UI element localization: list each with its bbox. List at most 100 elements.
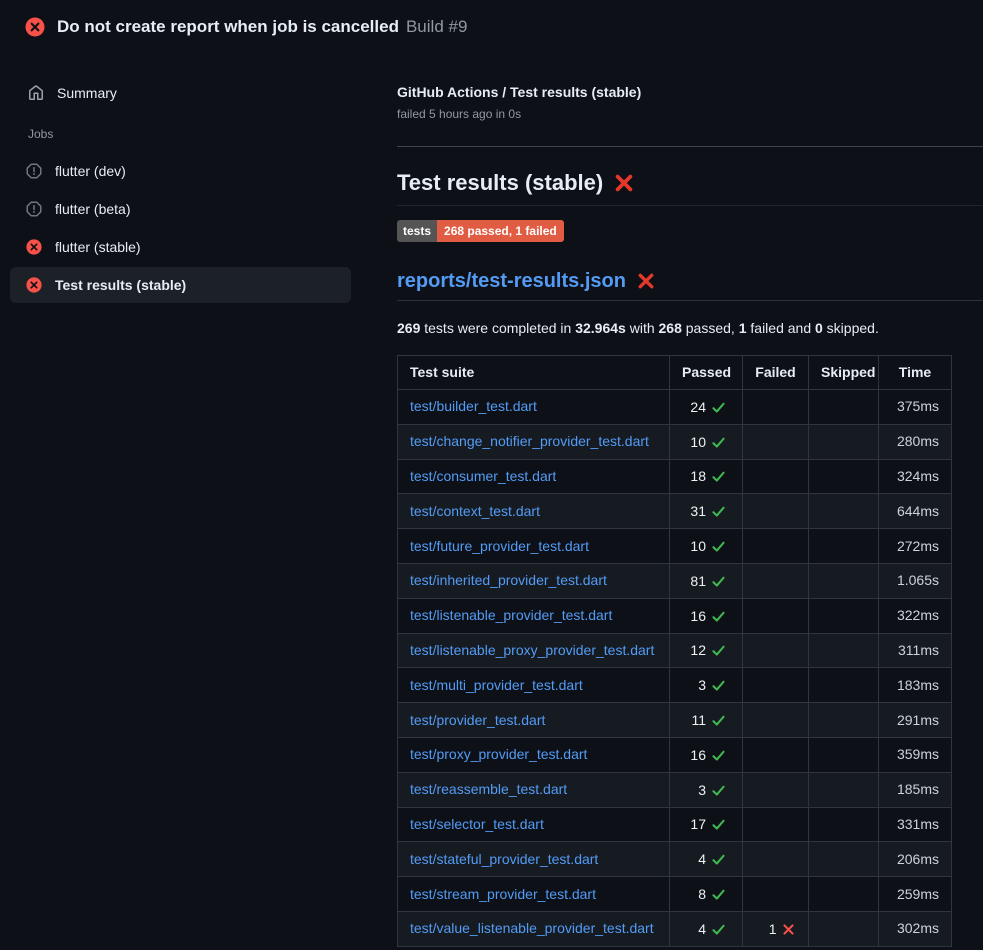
- job-label: flutter (beta): [55, 201, 130, 217]
- check-icon: [711, 922, 726, 937]
- suite-link[interactable]: test/multi_provider_test.dart: [410, 677, 583, 693]
- time-cell: 259ms: [879, 877, 952, 912]
- failed-cell: [743, 772, 809, 807]
- check-icon: [711, 400, 726, 415]
- sidebar-item-flutter-stable[interactable]: flutter (stable): [10, 229, 351, 265]
- suite-link[interactable]: test/selector_test.dart: [410, 816, 544, 832]
- suite-link[interactable]: test/stateful_provider_test.dart: [410, 851, 598, 867]
- failed-cell: [743, 459, 809, 494]
- time-cell: 291ms: [879, 703, 952, 738]
- check-icon: [711, 713, 726, 728]
- jobs-heading: Jobs: [0, 127, 361, 141]
- suite-cell: test/change_notifier_provider_test.dart: [398, 424, 670, 459]
- suite-cell: test/provider_test.dart: [398, 703, 670, 738]
- table-row: test/consumer_test.dart 18 324ms: [398, 459, 952, 494]
- x-mark-icon: [782, 923, 795, 936]
- sidebar-item-test-results-stable[interactable]: Test results (stable): [10, 267, 351, 303]
- passed-cell: 24: [670, 390, 743, 425]
- skipped-cell: [809, 633, 879, 668]
- failed-cell: [743, 529, 809, 564]
- failed-cell: [743, 563, 809, 598]
- x-circle-icon: [26, 277, 42, 293]
- time-cell: 324ms: [879, 459, 952, 494]
- suite-link[interactable]: test/inherited_provider_test.dart: [410, 572, 607, 588]
- summary-label: Summary: [57, 85, 117, 101]
- check-icon: [711, 539, 726, 554]
- time-cell: 206ms: [879, 842, 952, 877]
- passed-cell: 4: [670, 911, 743, 946]
- skipped-cell: [809, 668, 879, 703]
- passed-cell: 8: [670, 877, 743, 912]
- failed-cell: [743, 494, 809, 529]
- time-cell: 183ms: [879, 668, 952, 703]
- suite-cell: test/builder_test.dart: [398, 390, 670, 425]
- skipped-cell: [809, 563, 879, 598]
- suite-link[interactable]: test/reassemble_test.dart: [410, 781, 567, 797]
- skipped-cell: [809, 390, 879, 425]
- sidebar-item-flutter-dev[interactable]: flutter (dev): [10, 153, 351, 189]
- suite-cell: test/consumer_test.dart: [398, 459, 670, 494]
- suite-cell: test/inherited_provider_test.dart: [398, 563, 670, 598]
- time-cell: 302ms: [879, 911, 952, 946]
- test-results-table: Test suite Passed Failed Skipped Time te…: [397, 355, 952, 947]
- run-title: Do not create report when job is cancell…: [57, 17, 399, 36]
- time-cell: 185ms: [879, 772, 952, 807]
- suite-link[interactable]: test/consumer_test.dart: [410, 468, 556, 484]
- skipped-cell: [809, 807, 879, 842]
- job-label: Test results (stable): [55, 277, 186, 293]
- table-header-row: Test suite Passed Failed Skipped Time: [398, 356, 952, 390]
- time-cell: 644ms: [879, 494, 952, 529]
- time-cell: 375ms: [879, 390, 952, 425]
- report-link[interactable]: reports/test-results.json: [397, 268, 626, 294]
- check-icon: [711, 469, 726, 484]
- summary-line: 269 tests were completed in 32.964s with…: [397, 319, 983, 337]
- time-cell: 1.065s: [879, 563, 952, 598]
- sidebar-item-flutter-beta[interactable]: flutter (beta): [10, 191, 351, 227]
- stop-icon: [26, 163, 42, 179]
- tests-badge: tests 268 passed, 1 failed: [397, 220, 564, 242]
- skipped-cell: [809, 494, 879, 529]
- failed-cell: [743, 424, 809, 459]
- divider: [397, 146, 983, 147]
- table-row: test/selector_test.dart17331ms: [398, 807, 952, 842]
- cross-mark-icon: [614, 173, 634, 193]
- suite-cell: test/selector_test.dart: [398, 807, 670, 842]
- failed-cell: [743, 807, 809, 842]
- check-icon: [711, 852, 726, 867]
- job-label: flutter (stable): [55, 239, 141, 255]
- check-icon: [711, 643, 726, 658]
- passed-cell: 12: [670, 633, 743, 668]
- check-run-header: Do not create report when job is cancell…: [0, 0, 983, 53]
- passed-cell: 16: [670, 737, 743, 772]
- suite-cell: test/future_provider_test.dart: [398, 529, 670, 564]
- passed-cell: 10: [670, 529, 743, 564]
- header-skipped: Skipped: [809, 356, 879, 390]
- failed-cell: [743, 598, 809, 633]
- check-icon: [711, 783, 726, 798]
- suite-link[interactable]: test/listenable_provider_test.dart: [410, 607, 612, 623]
- table-row: test/future_provider_test.dart10272ms: [398, 529, 952, 564]
- passed-cell: 4: [670, 842, 743, 877]
- suite-link[interactable]: test/future_provider_test.dart: [410, 538, 589, 554]
- suite-link[interactable]: test/change_notifier_provider_test.dart: [410, 433, 649, 449]
- check-status-line: failed 5 hours ago in 0s: [397, 106, 983, 122]
- passed-cell: 3: [670, 772, 743, 807]
- suite-link[interactable]: test/stream_provider_test.dart: [410, 886, 596, 902]
- passed-cell: 18: [670, 459, 743, 494]
- failed-cell: 1: [743, 911, 809, 946]
- suite-link[interactable]: test/value_listenable_provider_test.dart: [410, 920, 654, 936]
- suite-cell: test/multi_provider_test.dart: [398, 668, 670, 703]
- suite-link[interactable]: test/proxy_provider_test.dart: [410, 746, 587, 762]
- suite-link[interactable]: test/context_test.dart: [410, 503, 540, 519]
- sidebar: Summary Jobs flutter (dev) flutter (beta…: [0, 53, 361, 305]
- suite-link[interactable]: test/builder_test.dart: [410, 398, 537, 414]
- header-time: Time: [879, 356, 952, 390]
- time-cell: 359ms: [879, 737, 952, 772]
- check-icon: [711, 435, 726, 450]
- suite-cell: test/listenable_provider_test.dart: [398, 598, 670, 633]
- suite-link[interactable]: test/provider_test.dart: [410, 712, 545, 728]
- sidebar-item-summary[interactable]: Summary: [0, 77, 361, 109]
- suite-link[interactable]: test/listenable_proxy_provider_test.dart: [410, 642, 654, 658]
- skipped-cell: [809, 772, 879, 807]
- suite-cell: test/proxy_provider_test.dart: [398, 737, 670, 772]
